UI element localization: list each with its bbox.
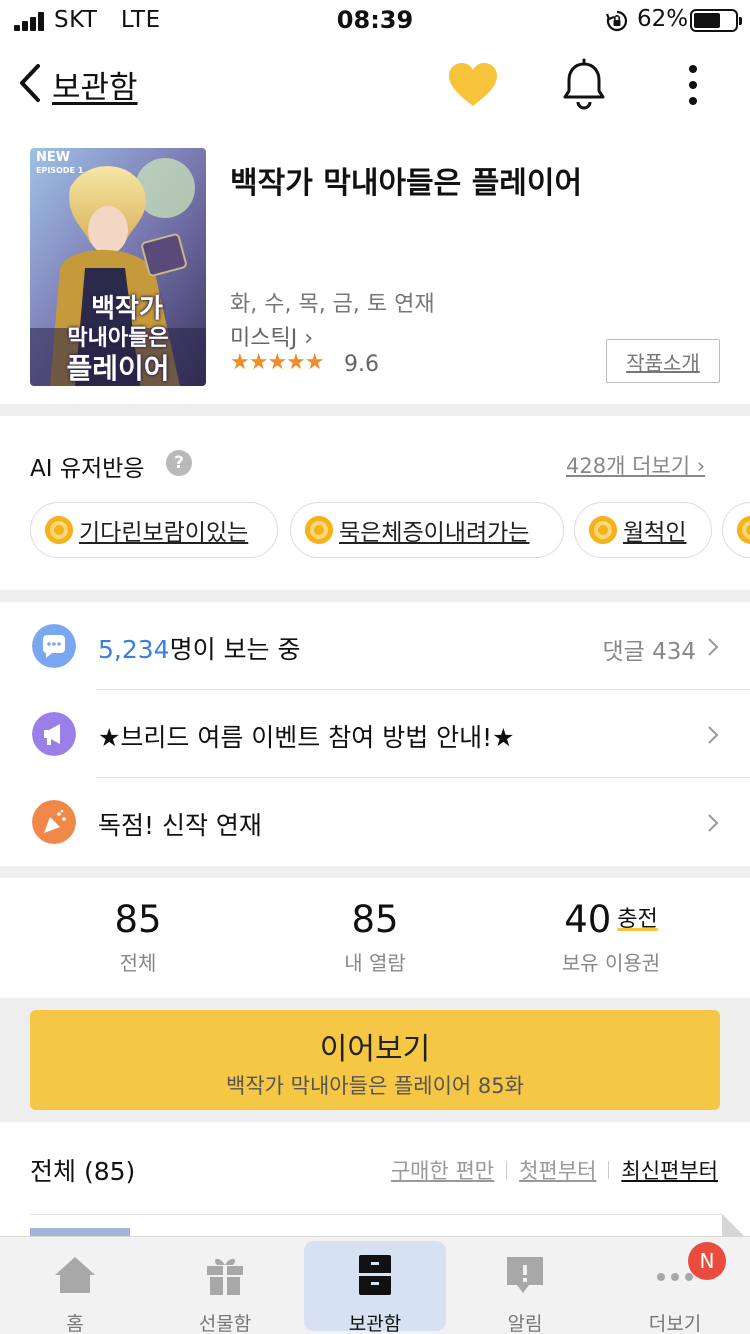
stat-read: 85 내 열람	[275, 898, 475, 976]
event-text: ★브리드 여름 이벤트 참여 방법 안내!★	[98, 723, 515, 752]
cover-title-art: 백작가 막내아들은 플레이어	[30, 294, 206, 384]
author-link[interactable]: 미스틱J ›	[230, 320, 313, 352]
filter-latest-episode[interactable]: 최신편부터	[621, 1155, 718, 1185]
ai-reactions-more-link[interactable]: 428개 더보기 ›	[566, 450, 705, 480]
filter-separator	[506, 1161, 508, 1179]
rotation-lock-icon	[605, 10, 628, 32]
rating-value: 9.6	[344, 352, 379, 377]
tab-gift-label: 선물함	[198, 1313, 252, 1334]
viewers-row[interactable]: 5,234명이 보는 중 댓글 434	[0, 602, 750, 690]
coin-icon	[589, 516, 617, 544]
reaction-chip-label: 묵은체증이내려가는	[339, 520, 530, 546]
coin-icon	[305, 516, 333, 544]
section-divider	[0, 866, 750, 878]
coin-icon	[45, 516, 73, 544]
locker-icon	[359, 1255, 391, 1295]
heart-icon[interactable]	[446, 60, 500, 110]
episode-list-title: 전체 (85)	[30, 1157, 136, 1186]
tab-locker[interactable]: 보관함	[304, 1241, 446, 1334]
chevron-left-icon[interactable]	[14, 58, 50, 108]
exclusive-text: 독점! 신작 연재	[98, 811, 262, 840]
home-icon	[55, 1257, 95, 1293]
header: 보관함	[0, 50, 750, 120]
filter-separator	[608, 1161, 610, 1179]
cover-new-text: NEW	[36, 150, 71, 165]
battery-icon	[690, 9, 742, 32]
cover-title-line1: 백작가	[91, 294, 163, 324]
party-popper-icon	[32, 800, 76, 844]
event-row[interactable]: ★브리드 여름 이벤트 참여 방법 안내!★	[0, 690, 750, 778]
tab-notification[interactable]: 알림	[454, 1241, 596, 1334]
reaction-chip-label: 기다린보람이있는	[79, 520, 249, 546]
comments-count: 댓글 434	[602, 639, 696, 665]
ticket-count: 40	[564, 898, 612, 941]
chevron-right-icon	[708, 638, 719, 656]
tab-home[interactable]: 홈	[4, 1241, 146, 1334]
tab-notification-label: 알림	[507, 1313, 543, 1334]
continue-subtitle: 백작가 막내아들은 플레이어 85화	[226, 1074, 524, 1098]
reaction-chip[interactable]: 묵은체증이내려가는	[290, 502, 564, 558]
rating-stars-icon: ★★★★★	[230, 350, 325, 375]
tab-more-label: 더보기	[648, 1313, 702, 1334]
gift-icon	[207, 1258, 243, 1295]
stat-tickets-value: 40 충전	[511, 898, 711, 941]
reaction-chip[interactable]: 월척인	[574, 502, 712, 558]
book-cover-image[interactable]: NEW EPISODE 1 백작가 막내아들은 플레이어	[30, 148, 206, 386]
book-title: 백작가 막내아들은 플레이어	[230, 166, 583, 201]
filter-purchased-only[interactable]: 구매한 편만	[391, 1155, 494, 1185]
work-intro-button[interactable]: 작품소개	[606, 339, 720, 383]
notification-icon	[507, 1257, 543, 1293]
stat-read-label: 내 열람	[344, 951, 406, 975]
ai-reactions-title: AI 유저반응	[30, 456, 145, 482]
charge-link[interactable]: 충전	[617, 907, 657, 932]
cover-title-line3: 플레이어	[66, 352, 170, 385]
filter-first-episode[interactable]: 첫편부터	[519, 1155, 596, 1185]
section-divider	[0, 590, 750, 602]
episode-sort-filters: 구매한 편만 첫편부터 최신편부터	[391, 1155, 718, 1185]
more-vertical-icon[interactable]	[676, 60, 710, 110]
bottom-tab-bar: 홈 선물함 보관함 알림 더보기	[0, 1236, 750, 1334]
stat-tickets: 40 충전 보유 이용권	[511, 898, 711, 976]
stat-total-label: 전체	[119, 951, 157, 975]
help-icon[interactable]: ?	[166, 450, 192, 476]
stat-tickets-label: 보유 이용권	[561, 951, 661, 975]
chat-bubble-icon	[32, 624, 76, 668]
reaction-chip-partial[interactable]	[722, 502, 750, 558]
coin-icon	[737, 516, 750, 544]
bell-icon[interactable]	[560, 58, 608, 110]
cover-title-line2: 막내아들은	[67, 326, 169, 351]
stat-total: 85 전체	[38, 898, 238, 976]
megaphone-icon	[32, 712, 76, 756]
tab-gift[interactable]: 선물함	[154, 1241, 296, 1334]
status-bar: SKT LTE 08:39 62%	[0, 0, 750, 44]
viewers-suffix: 명이 보는 중	[169, 635, 301, 664]
tab-home-label: 홈	[66, 1313, 84, 1334]
new-badge: N	[688, 1242, 726, 1280]
battery-percent: 62%	[637, 6, 689, 32]
stat-total-value: 85	[114, 898, 162, 941]
cover-new-badge: NEW EPISODE 1	[36, 150, 84, 177]
viewers-count: 5,234	[98, 635, 170, 664]
continue-section: 이어보기 백작가 막내아들은 플레이어 85화	[0, 998, 750, 1122]
section-divider	[0, 404, 750, 416]
tab-locker-label: 보관함	[348, 1313, 402, 1334]
list-divider	[30, 1214, 750, 1215]
stat-read-value: 85	[351, 898, 399, 941]
continue-reading-button[interactable]: 이어보기 백작가 막내아들은 플레이어 85화	[30, 1010, 720, 1110]
cover-episode-text: EPISODE 1	[36, 166, 84, 175]
reaction-chip-label: 월척인	[623, 520, 687, 546]
viewers-text: 5,234명이 보는 중	[98, 630, 300, 666]
back-to-locker-link[interactable]: 보관함	[52, 62, 138, 107]
chevron-right-icon	[708, 814, 719, 832]
continue-title: 이어보기	[319, 1032, 431, 1067]
chevron-right-icon	[708, 726, 719, 744]
reaction-chip[interactable]: 기다린보람이있는	[30, 502, 278, 558]
serial-schedule: 화, 수, 목, 금, 토 연재	[230, 292, 435, 317]
exclusive-row[interactable]: 독점! 신작 연재	[0, 778, 750, 866]
